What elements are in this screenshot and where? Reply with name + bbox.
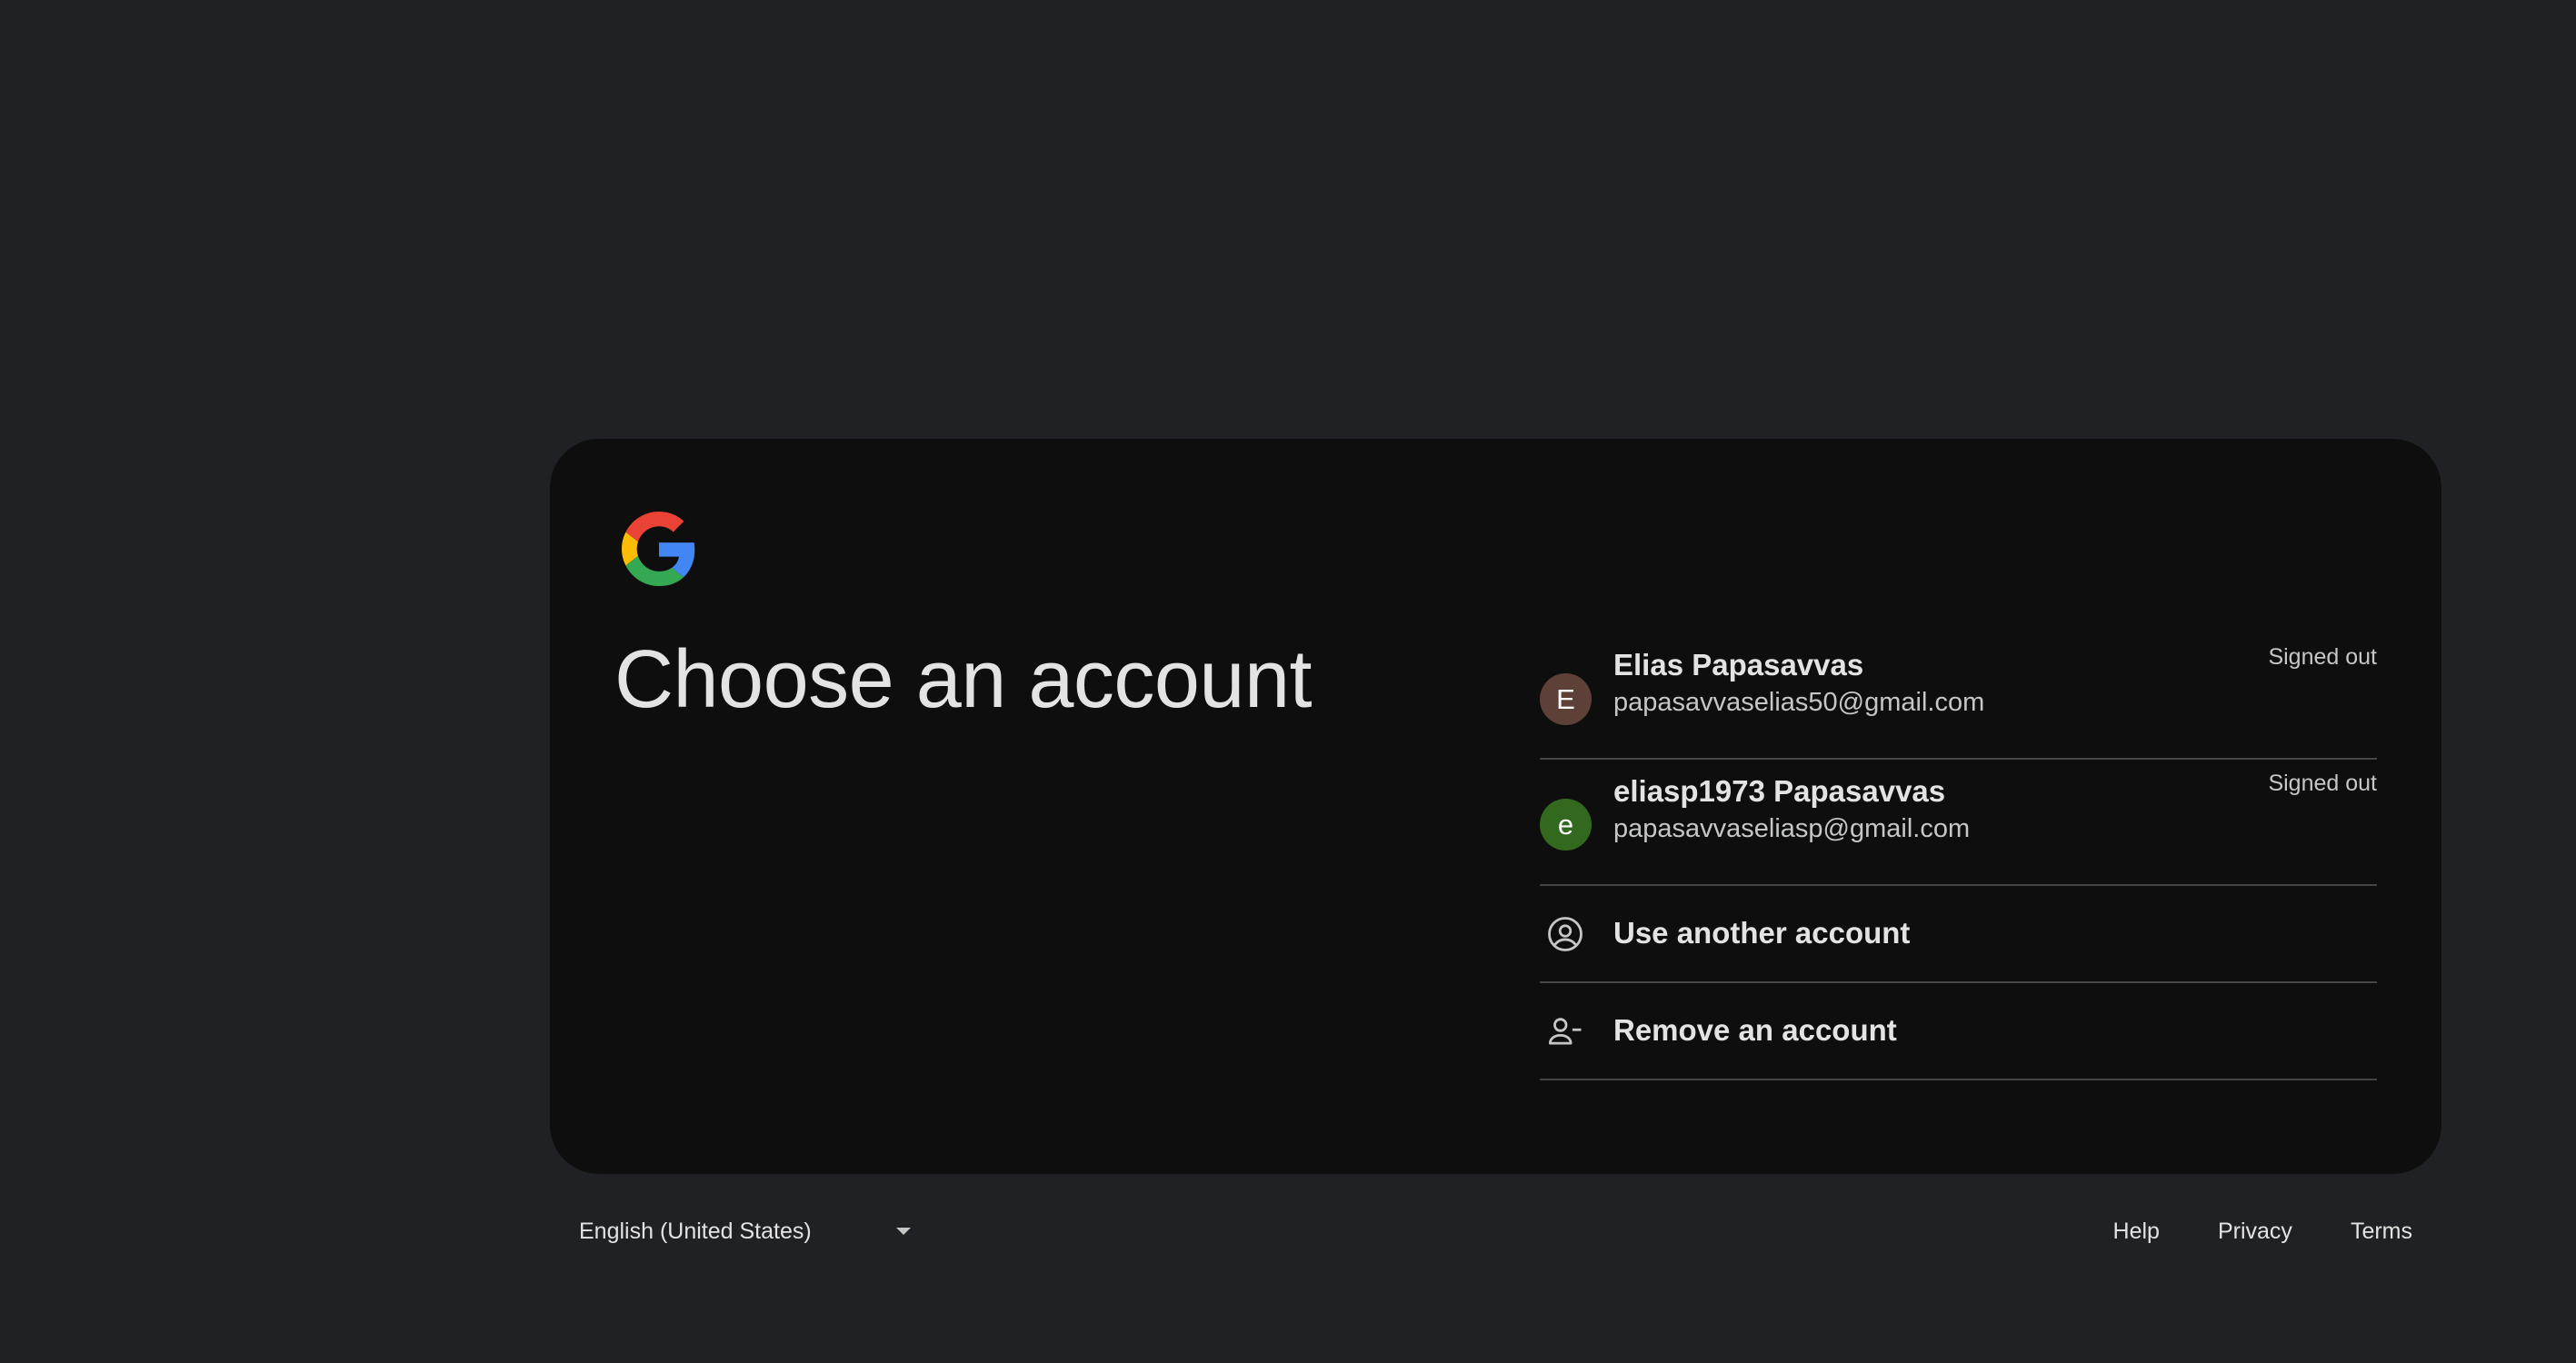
terms-link[interactable]: Terms	[2321, 1219, 2441, 1245]
account-email: papasavvaseliasp@gmail.com	[1613, 814, 1971, 843]
help-link[interactable]: Help	[2084, 1219, 2189, 1245]
account-email: papasavvaselias50@gmail.com	[1613, 688, 1985, 717]
account-name: eliasp1973 Papasavvas	[1613, 774, 1946, 808]
account-status: Signed out	[2268, 771, 2377, 796]
caret-down-icon	[896, 1228, 911, 1235]
use-another-account-button[interactable]: Use another account	[1540, 886, 2377, 983]
footer-links: Help Privacy Terms	[2084, 1190, 2441, 1272]
avatar: e	[1540, 799, 1592, 851]
page-title: Choose an account	[614, 634, 1313, 725]
account-name: Elias Papasavvas	[1613, 648, 1864, 682]
remove-account-button[interactable]: Remove an account	[1540, 983, 2377, 1080]
account-circle-icon	[1548, 917, 1583, 951]
footer: English (United States) Help Privacy Ter…	[550, 1190, 2441, 1272]
account-status: Signed out	[2268, 644, 2377, 670]
sign-in-card: Choose an account E Elias Papasavvas pap…	[550, 439, 2441, 1174]
google-logo-icon	[622, 512, 695, 586]
language-selector[interactable]: English (United States)	[579, 1190, 911, 1272]
account-row[interactable]: E Elias Papasavvas papasavvaselias50@gma…	[1540, 633, 2377, 760]
account-row[interactable]: e eliasp1973 Papasavvas papasavvaseliasp…	[1540, 760, 2377, 886]
privacy-link[interactable]: Privacy	[2189, 1219, 2321, 1245]
remove-account-label: Remove an account	[1613, 1013, 1897, 1047]
avatar: E	[1540, 673, 1592, 725]
person-remove-icon	[1548, 1018, 1582, 1045]
language-label: English (United States)	[579, 1218, 812, 1244]
use-another-account-label: Use another account	[1613, 916, 1911, 950]
